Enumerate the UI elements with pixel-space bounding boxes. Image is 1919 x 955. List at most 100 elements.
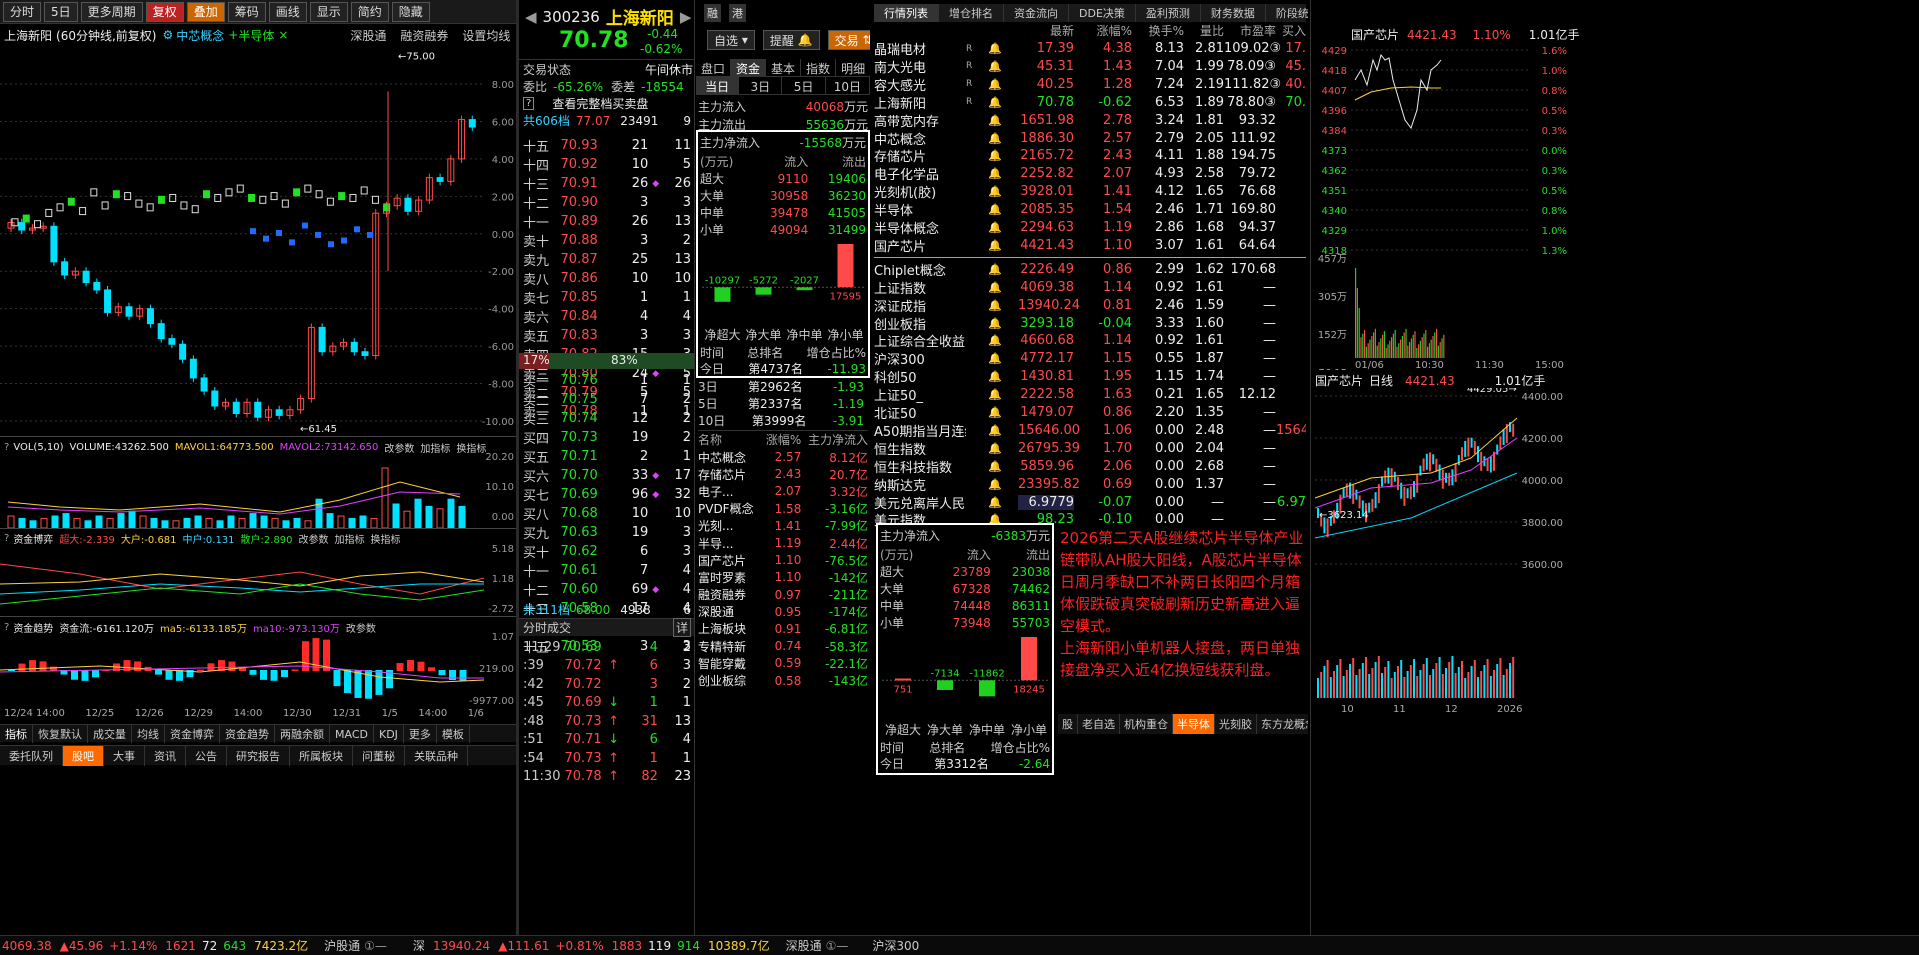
ask-row[interactable]: 十五 70.93 21 11 <box>521 136 693 155</box>
toolbar-btn-1[interactable]: 5日 <box>44 1 78 22</box>
link-ma-setting[interactable]: 设置均线 <box>462 27 510 44</box>
watchlist-tab-3[interactable]: 半导体 <box>1173 714 1215 734</box>
bell-icon[interactable]: 🔔 <box>988 149 1018 162</box>
indicator-tab-1[interactable]: 恢复默认 <box>33 725 88 743</box>
indicator-tab-0[interactable]: 指标 <box>0 725 33 743</box>
toolbar-btn-7[interactable]: 显示 <box>309 1 348 22</box>
close-icon[interactable]: × <box>278 28 288 42</box>
info-tab-6[interactable]: 所属板块 <box>290 746 353 766</box>
sector-row[interactable]: 富时罗素 1.10 -142亿 <box>698 569 868 586</box>
quote-row[interactable]: 容大感光 R 🔔 40.25 1.28 7.24 2.19 111.82③ 40. <box>874 76 1306 94</box>
bid-row[interactable]: 买四 70.73 19 2 <box>521 428 693 447</box>
bid-row[interactable]: 买二 70.75 7 2 <box>521 390 693 409</box>
ask-row[interactable]: 卖八 70.86 10 10 <box>521 269 693 288</box>
quote-row[interactable]: 晶瑞电材 R 🔔 17.39 4.38 8.13 2.81 109.02③ 17. <box>874 40 1306 58</box>
col-pe[interactable]: 市盈率 <box>1224 22 1276 39</box>
bell-icon[interactable]: 🔔 <box>988 478 1018 491</box>
sector-row[interactable]: PVDF概念 1.58 -3.16亿 <box>698 500 868 517</box>
sector-col[interactable]: 名称 <box>698 430 762 449</box>
ticks-detail-button[interactable]: 详 <box>672 618 691 637</box>
bell-icon[interactable]: 🔔 <box>988 281 1018 294</box>
fund-day-2[interactable]: 5日 <box>782 77 826 95</box>
col-turnover[interactable]: 换手% <box>1132 22 1184 39</box>
bid-row[interactable]: 买五 70.71 2 1 <box>521 447 693 466</box>
quote-row[interactable]: 恒生指数 🔔 26795.39 1.70 0.00 2.04 — <box>874 440 1306 458</box>
quote-tab-3[interactable]: DDE决策 <box>1069 4 1136 22</box>
toolbar-btn-8[interactable]: 简约 <box>350 1 389 22</box>
tag-semiconductor[interactable]: 半导体 <box>238 27 274 44</box>
sector-col[interactable]: 涨幅% <box>762 430 802 449</box>
bell-icon[interactable]: 🔔 <box>988 114 1018 127</box>
quote-row[interactable]: 上证50_ 🔔 2222.58 1.63 0.21 1.65 12.12 <box>874 386 1306 404</box>
bell-icon[interactable]: 🔔 <box>988 370 1018 383</box>
sector-row[interactable]: 光刻... 1.41 -7.99亿 <box>698 517 868 534</box>
sector-row[interactable]: 中芯概念 2.57 8.12亿 <box>698 449 868 466</box>
toolbar-btn-6[interactable]: 画线 <box>268 1 307 22</box>
sector-row[interactable]: 国产芯片 1.10 -76.5亿 <box>698 552 868 569</box>
sb-hs300[interactable]: 沪深300 <box>872 937 919 954</box>
fund-tab-2[interactable]: 基本 <box>766 59 802 77</box>
sb-hgt[interactable]: 沪股通 <box>324 937 360 954</box>
quote-tab-6[interactable]: 阶段统计 <box>1266 4 1308 22</box>
quote-row[interactable]: 国产芯片 🔔 4421.43 1.10 3.07 1.61 64.64 <box>874 237 1306 255</box>
bell-icon[interactable]: 🔔 <box>988 221 1018 234</box>
fund-tab-1[interactable]: 资金 <box>731 59 767 77</box>
ask-row[interactable]: 卖七 70.85 1 1 <box>521 288 693 307</box>
quote-tab-1[interactable]: 增仓排名 <box>939 4 1004 22</box>
indicator-tab-7[interactable]: MACD <box>330 725 374 743</box>
watchlist-tab-0[interactable]: 股 <box>1058 714 1078 734</box>
bell-icon[interactable]: 🔔 <box>988 460 1018 473</box>
bell-icon[interactable]: 🔔 <box>988 185 1018 198</box>
toolbar-btn-4[interactable]: 叠加 <box>186 1 225 22</box>
bell-icon[interactable]: 🔔 <box>988 299 1018 312</box>
quote-row[interactable]: 存储芯片 🔔 2165.72 2.43 4.11 1.88 194.75 <box>874 147 1306 165</box>
full-book-link[interactable]: ? 查看完整档买卖盘 <box>523 95 648 111</box>
quote-row[interactable]: 恒生科技指数 🔔 5859.96 2.06 0.00 2.68 — <box>874 458 1306 476</box>
bid-row[interactable]: 买九 70.63 19 3 <box>521 523 693 542</box>
watchlist-tab-4[interactable]: 光刻胶 <box>1215 714 1257 734</box>
sector-row[interactable]: 智能穿戴 0.59 -22.1亿 <box>698 655 868 672</box>
sector-col[interactable]: 主力净流入 <box>801 430 868 449</box>
fund-tab-3[interactable]: 指数 <box>801 59 837 77</box>
indicator-tab-3[interactable]: 均线 <box>132 725 165 743</box>
toolbar-btn-2[interactable]: 更多周期 <box>80 1 143 22</box>
toolbar-btn-0[interactable]: 分时 <box>3 1 42 22</box>
col-vol-ratio[interactable]: 量比 <box>1184 22 1224 39</box>
sector-row[interactable]: 电子... 2.07 3.32亿 <box>698 483 868 500</box>
quote-row[interactable]: 光刻机(胶) 🔔 3928.01 1.41 4.12 1.65 76.68 <box>874 183 1306 201</box>
watchlist-button[interactable]: 自选 ▾ <box>707 30 755 50</box>
quote-row[interactable]: 科创50 🔔 1430.81 1.95 1.15 1.74 — <box>874 368 1306 386</box>
sector-row[interactable]: 创业板综 0.58 -143亿 <box>698 672 868 689</box>
info-tab-3[interactable]: 资讯 <box>145 746 186 766</box>
indicator-tab-8[interactable]: KDJ <box>374 725 404 743</box>
ask-row[interactable]: 卖五 70.83 3 3 <box>521 326 693 345</box>
bell-icon[interactable]: 🔔 <box>988 406 1018 419</box>
ask-row[interactable]: 十二 70.90 3 3 <box>521 193 693 212</box>
ask-row[interactable]: 卖十 70.88 3 2 <box>521 231 693 250</box>
fund-day-0[interactable]: 当日 <box>696 77 740 95</box>
quote-tab-5[interactable]: 财务数据 <box>1201 4 1266 22</box>
quote-row[interactable]: 上证综合全收益 🔔 4660.68 1.14 0.92 1.61 — <box>874 332 1306 350</box>
watchlist-tab-1[interactable]: 老自选 <box>1078 714 1120 734</box>
bell-icon[interactable]: 🔔 <box>988 239 1018 252</box>
ask-row[interactable]: 卖九 70.87 25 13 <box>521 250 693 269</box>
indicator-tab-4[interactable]: 资金博弈 <box>165 725 220 743</box>
quote-row[interactable]: 北证50 🔔 1479.07 0.86 2.20 1.35 — <box>874 404 1306 422</box>
watchlist-tab-5[interactable]: 东方龙概念 <box>1257 714 1308 734</box>
link-sgt[interactable]: 深股通 <box>350 27 386 44</box>
bell-icon[interactable]: 🔔 <box>988 424 1018 437</box>
bell-icon[interactable]: 🔔 <box>988 263 1018 276</box>
bell-icon[interactable]: 🔔 <box>988 78 1018 91</box>
ask-row[interactable]: 卖六 70.84 4 4 <box>521 307 693 326</box>
fund-tab-0[interactable]: 盘口 <box>696 59 732 77</box>
fund-day-3[interactable]: 10日 <box>826 77 870 95</box>
quote-row[interactable]: 半导体 🔔 2085.35 1.54 2.46 1.71 169.80 <box>874 201 1306 219</box>
bell-icon[interactable]: 🔔 <box>988 167 1018 180</box>
sb-sgt[interactable]: 深股通 <box>786 937 822 954</box>
quote-row[interactable]: 沪深300 🔔 4772.17 1.15 0.55 1.87 — <box>874 350 1306 368</box>
ask-row[interactable]: 十三 70.91 26 ◆ 26 <box>521 174 693 193</box>
sector-row[interactable]: 融资融券 0.97 -211亿 <box>698 586 868 603</box>
info-tab-8[interactable]: 关联品种 <box>405 746 468 766</box>
toolbar-btn-5[interactable]: 筹码 <box>227 1 266 22</box>
sector-row[interactable]: 深股通 0.95 -174亿 <box>698 603 868 620</box>
